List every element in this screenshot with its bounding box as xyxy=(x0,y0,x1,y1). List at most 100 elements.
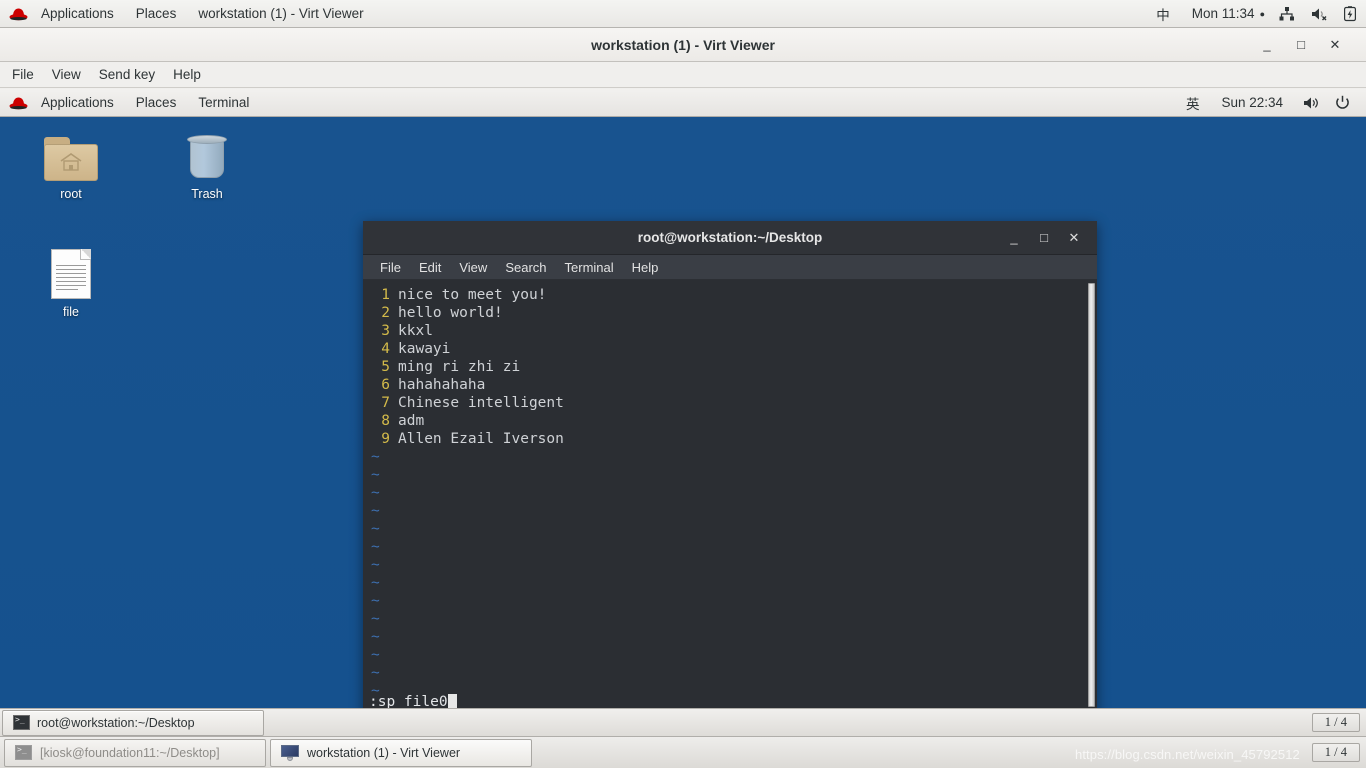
vim-empty-line: ~ xyxy=(368,484,1097,502)
virt-viewer-close-button[interactable]: ✕ xyxy=(1318,31,1352,59)
power-icon[interactable] xyxy=(1329,89,1360,117)
virt-viewer-title: workstation (1) - Virt Viewer xyxy=(591,36,775,53)
vim-line: 2 hello world! xyxy=(368,304,1097,322)
virt-viewer-menu-file[interactable]: File xyxy=(3,62,43,88)
vim-line: 3 kkxl xyxy=(368,322,1097,340)
vim-line-text: nice to meet you! xyxy=(398,287,547,303)
host-workspace-indicator[interactable]: 1 / 4 xyxy=(1311,743,1360,762)
vim-line-number: 4 xyxy=(381,341,390,357)
home-folder-icon xyxy=(26,129,116,181)
vim-tilde-marker: ~ xyxy=(371,611,380,627)
host-top-bar: Applications Places workstation (1) - Vi… xyxy=(0,0,1366,28)
redhat-icon xyxy=(9,7,28,21)
redhat-icon xyxy=(9,96,28,110)
host-input-method-indicator[interactable]: 中 xyxy=(1145,0,1181,28)
host-clock-dot: ● xyxy=(1259,8,1265,19)
desktop-icon-label: Trash xyxy=(191,187,223,201)
terminal-menu-file[interactable]: File xyxy=(371,255,410,280)
battery-charging-icon[interactable] xyxy=(1336,0,1366,28)
host-clock[interactable]: Mon 11:34 ● xyxy=(1181,0,1271,28)
vim-line: 4 kawayi xyxy=(368,340,1097,358)
vim-tilde-marker: ~ xyxy=(371,575,380,591)
volume-icon[interactable] xyxy=(1294,89,1329,117)
host-taskbar-item-label: workstation (1) - Virt Viewer xyxy=(307,745,461,760)
vim-line-text: ming ri zhi zi xyxy=(398,359,521,375)
terminal-menu-edit[interactable]: Edit xyxy=(410,255,450,280)
virt-viewer-menu-help[interactable]: Help xyxy=(164,62,210,88)
terminal-menu-view[interactable]: View xyxy=(450,255,496,280)
trash-icon xyxy=(162,129,252,181)
desktop-icon-trash[interactable]: Trash xyxy=(162,129,252,201)
guest-taskbar-item-label: root@workstation:~/Desktop xyxy=(37,715,195,730)
vim-buffer[interactable]: 1 nice to meet you! 2 hello world! 3 kkxl 4 kaw… xyxy=(366,280,1097,700)
terminal-close-button[interactable]: ✕ xyxy=(1059,225,1089,251)
vim-line-number: 7 xyxy=(381,395,390,411)
host-clock-text: Mon 11:34 xyxy=(1191,6,1255,21)
vim-empty-line: ~ xyxy=(368,556,1097,574)
virt-viewer-titlebar[interactable]: workstation (1) - Virt Viewer _ □ ✕ xyxy=(0,28,1366,62)
vim-tilde-marker: ~ xyxy=(371,665,380,681)
vim-line-number: 9 xyxy=(381,431,390,447)
terminal-body[interactable]: 1 nice to meet you! 2 hello world! 3 kkxl 4 kaw… xyxy=(363,280,1097,717)
vim-line: 7 Chinese intelligent xyxy=(368,394,1097,412)
terminal-minimize-button[interactable]: _ xyxy=(999,225,1029,251)
vim-line: 9 Allen Ezail Iverson xyxy=(368,430,1097,448)
vim-line-number: 1 xyxy=(381,287,390,303)
guest-applications-menu[interactable]: Applications xyxy=(30,89,125,117)
terminal-menu-help[interactable]: Help xyxy=(623,255,668,280)
vim-line-number: 8 xyxy=(381,413,390,429)
terminal-scrollbar-thumb[interactable] xyxy=(1088,283,1095,707)
vim-line-number: 5 xyxy=(381,359,390,375)
vim-line-number: 3 xyxy=(381,323,390,339)
vim-tilde-marker: ~ xyxy=(371,449,380,465)
vim-tilde-marker: ~ xyxy=(371,629,380,645)
monitor-icon xyxy=(281,744,299,761)
terminal-icon xyxy=(15,745,32,760)
host-taskbar-item-label: [kiosk@foundation11:~/Desktop] xyxy=(40,745,220,760)
vim-line: 8 adm xyxy=(368,412,1097,430)
vim-tilde-marker: ~ xyxy=(371,593,380,609)
virt-viewer-menu-send-key[interactable]: Send key xyxy=(90,62,164,88)
vim-line-text: kkxl xyxy=(398,323,433,339)
host-taskbar-item-virt-viewer[interactable]: workstation (1) - Virt Viewer xyxy=(270,738,532,767)
vim-empty-line: ~ xyxy=(368,520,1097,538)
virt-viewer-menubar: File View Send key Help xyxy=(0,62,1366,88)
vim-empty-line: ~ xyxy=(368,502,1097,520)
host-places-menu[interactable]: Places xyxy=(125,0,188,28)
vim-tilde-marker: ~ xyxy=(371,647,380,663)
terminal-titlebar[interactable]: root@workstation:~/Desktop _ □ ✕ xyxy=(363,221,1097,255)
guest-terminal-menu[interactable]: Terminal xyxy=(187,89,260,117)
terminal-scrollbar[interactable] xyxy=(1086,280,1097,717)
volume-muted-icon[interactable] xyxy=(1303,0,1336,28)
terminal-menu-search[interactable]: Search xyxy=(496,255,555,280)
vim-line-number: 6 xyxy=(381,377,390,393)
desktop-icon-label: root xyxy=(60,187,82,201)
vim-tilde-marker: ~ xyxy=(371,557,380,573)
virt-viewer-maximize-button[interactable]: □ xyxy=(1284,31,1318,59)
host-active-window-label[interactable]: workstation (1) - Virt Viewer xyxy=(187,0,374,28)
virt-viewer-minimize-button[interactable]: _ xyxy=(1250,31,1284,59)
guest-clock[interactable]: Sun 22:34 xyxy=(1210,89,1294,117)
virt-viewer-menu-view[interactable]: View xyxy=(43,62,90,88)
vim-empty-line: ~ xyxy=(368,646,1097,664)
desktop-icon-root[interactable]: root xyxy=(26,129,116,201)
vim-line: 6 hahahahaha xyxy=(368,376,1097,394)
desktop-icon-file[interactable]: file xyxy=(26,245,116,319)
vim-empty-line: ~ xyxy=(368,628,1097,646)
host-taskbar-item-kiosk-terminal[interactable]: [kiosk@foundation11:~/Desktop] xyxy=(4,738,266,767)
vim-empty-line: ~ xyxy=(368,538,1097,556)
vim-empty-line: ~ xyxy=(368,682,1097,700)
vim-tilde-marker: ~ xyxy=(371,467,380,483)
guest-taskbar-item-terminal[interactable]: root@workstation:~/Desktop xyxy=(2,709,264,736)
guest-input-method-indicator[interactable]: 英 xyxy=(1175,89,1211,117)
guest-places-menu[interactable]: Places xyxy=(125,89,188,117)
vim-line-text: Allen Ezail Iverson xyxy=(398,431,564,447)
guest-workspace-indicator[interactable]: 1 / 4 xyxy=(1311,713,1360,732)
screen: Applications Places workstation (1) - Vi… xyxy=(0,0,1366,768)
vim-line-text: hello world! xyxy=(398,305,503,321)
terminal-menu-terminal[interactable]: Terminal xyxy=(556,255,623,280)
host-applications-menu[interactable]: Applications xyxy=(30,0,125,28)
network-wired-icon[interactable] xyxy=(1271,0,1303,28)
guest-desktop: root Trash file root@workstation:~/Deskt… xyxy=(0,117,1366,717)
terminal-maximize-button[interactable]: □ xyxy=(1029,225,1059,251)
